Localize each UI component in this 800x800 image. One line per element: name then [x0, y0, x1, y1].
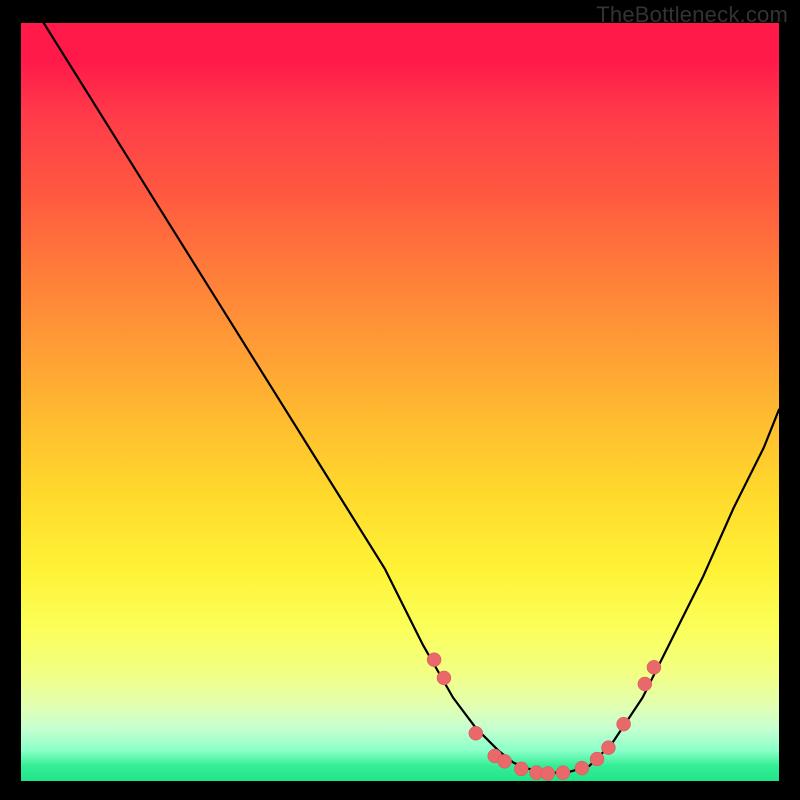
plot-svg	[21, 23, 779, 781]
data-point	[647, 660, 661, 674]
data-point	[427, 653, 441, 667]
plot-area	[21, 23, 779, 781]
data-points-group	[427, 653, 661, 781]
data-point	[601, 741, 615, 755]
chart-stage: TheBottleneck.com	[0, 0, 800, 800]
data-point	[541, 766, 555, 780]
data-point	[556, 766, 570, 780]
data-point	[617, 717, 631, 731]
watermark-text: TheBottleneck.com	[596, 2, 788, 28]
data-point	[469, 726, 483, 740]
data-point	[498, 754, 512, 768]
data-point	[638, 677, 652, 691]
bottleneck-curve	[44, 23, 779, 773]
data-point	[575, 761, 589, 775]
data-point	[437, 671, 451, 685]
data-point	[590, 752, 604, 766]
data-point	[514, 762, 528, 776]
